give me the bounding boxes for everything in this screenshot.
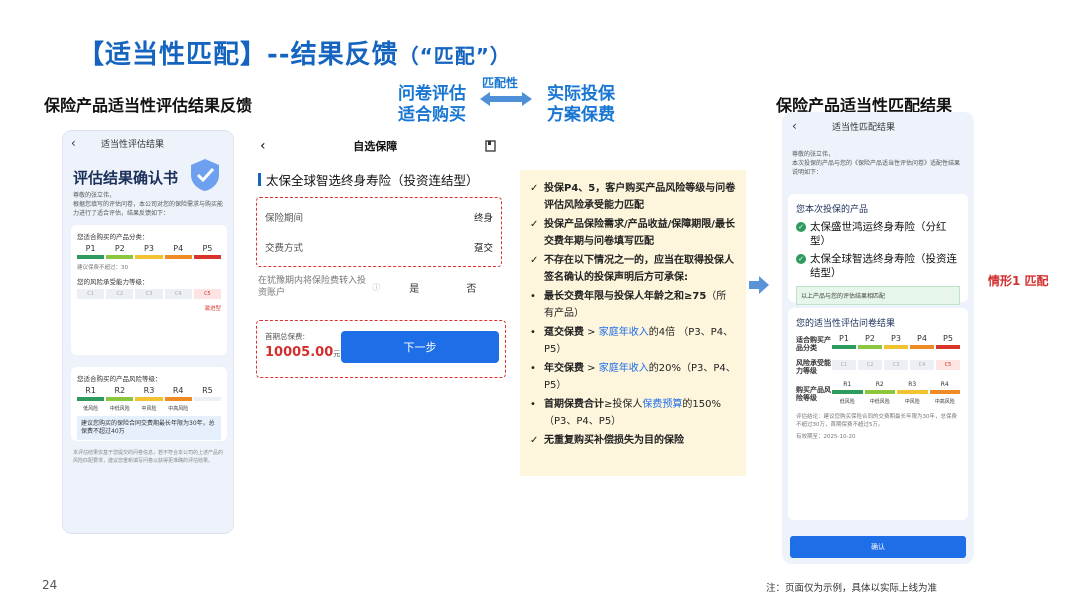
assessment-card: 您适合购买的产品分类： P1 P2 P3 P4 P5 建议保费不超过：30 您的… (71, 225, 227, 355)
check-icon: ✓ (796, 254, 806, 264)
rule-item: ✓ 不存在以下情况之一的，应当在取得投保人签名确认的投保声明后方可承保: (530, 252, 736, 286)
rule-item: ✓ 无重复购买补偿损失为目的保险 (530, 432, 736, 449)
insurance-period-row[interactable]: 保险期间 终身 (263, 202, 495, 232)
product-item: ✓ 太保盛世鸿运终身寿险（分红型） (796, 220, 960, 248)
confirm-button[interactable]: 确认 (790, 536, 966, 558)
greeting-text: 尊敬的张立伟， 根据您填写的评估问卷，本公司对您的保险需求与购买能力进行了适合评… (73, 192, 224, 217)
valid-until: 有效期至：2025-10-20 (796, 434, 856, 440)
product-level-bar (77, 255, 222, 259)
product-level-labels: P1 P2 P3 P4 P5 (85, 244, 213, 253)
bullet-icon: • (530, 363, 536, 374)
bookmark-icon[interactable] (485, 140, 496, 152)
check-icon: ✓ (530, 183, 539, 194)
check-icon: ✓ (796, 222, 806, 232)
bullet-icon: • (530, 327, 536, 338)
payment-box: 首期总保费: 10005.00元 下一步 (256, 320, 506, 378)
situation-label: 情形1 匹配 (988, 274, 1049, 288)
phone-header: ‹ 自选保障 (248, 130, 510, 162)
back-icon[interactable]: ‹ (792, 119, 832, 133)
flow-right-label: 实际投保 方案保费 (547, 84, 615, 125)
page-number: 24 (42, 578, 58, 592)
evaluation-conclusion: 评估结论：建议您购买保险合同的交费期最长年限为30年，总保费不超过30万，首期保… (796, 414, 958, 428)
product-name: 太保全球智选终身寿险（投资连结型） (258, 170, 510, 189)
insured-products-card: 您本次投保的产品 ✓ 太保盛世鸿运终身寿险（分红型） ✓ 太保全球智选终身寿险（投资… (788, 194, 968, 305)
disclaimer-text: 本评估结果仅基于您提交的问卷信息，若不符合本公司的上述产品的风险匹配要求，建议您… (73, 450, 224, 464)
info-icon[interactable]: ⓘ (372, 282, 385, 293)
footnote: 注：页面仅为示例，具体以实际上线为准 (766, 583, 938, 594)
match-result-phone: ‹ 适当性匹配结果 尊敬的张立伟， 本次投保的产品与您的《保险产品适当性评估问卷… (782, 112, 974, 564)
option-no[interactable]: 否 (443, 280, 500, 295)
matching-rules-box: ✓ 投保P4、5，客户购买产品风险等级与问卷评估风险承受能力匹配 ✓ 投保产品保险需求… (520, 170, 746, 476)
risk-level-card: 您适合购买的产品风险等级： R1 R2 R3 R4 R5 低风险 中低风险 中风… (71, 367, 227, 441)
flow-left-label: 问卷评估 适合购买 (398, 84, 466, 125)
check-icon: ✓ (530, 255, 539, 266)
product-item: ✓ 太保全球智选终身寿险（投资连结型） (796, 252, 960, 280)
rule-item: • 最长交费年限与投保人年龄之和≥75（所有产品） (530, 288, 736, 322)
page-title: 【适当性匹配】--结果反馈（“匹配”） (78, 40, 511, 70)
questionnaire-result-card: 您的适当性评估问卷结果 适合购买产品分类 P1 P2 P3 P4 P5 风险承受能力等级… (788, 308, 968, 520)
slide: 【适当性匹配】--结果反馈（“匹配”） 保险产品适当性评估结果反馈 保险产品适当… (0, 0, 1080, 608)
payment-method-row[interactable]: 交费方式 趸交 (263, 232, 495, 262)
rule-item: • 年交保费 > 家庭年收入的20%（P3、P4、P5） (530, 360, 736, 394)
check-icon: ✓ (530, 435, 539, 446)
match-note: 以上产品与您的评估结果相匹配 (796, 286, 960, 305)
ability-level-bar: C1 C2 C3 C4 C5 (77, 289, 222, 299)
back-icon[interactable]: ‹ (71, 136, 101, 150)
evaluation-result-phone: ‹ 适当性评估结果 评估结果确认书 尊敬的张立伟， 根据您填写的评估问卷，本公司… (62, 130, 234, 534)
double-arrow-icon (480, 92, 532, 106)
next-button[interactable]: 下一步 (341, 331, 499, 363)
rule-item: ✓ 投保产品保险需求/产品收益/保障期限/最长交费年期与问卷填写匹配 (530, 216, 736, 250)
bullet-icon: • (530, 291, 536, 302)
check-icon: ✓ (530, 219, 539, 230)
transfer-question: 在犹豫期内将保险费转入投资账户 ⓘ 是 否 (258, 275, 500, 299)
left-section-label: 保险产品适当性评估结果反馈 (44, 96, 253, 115)
rule-item: • 趸交保费 > 家庭年收入的4倍 （P3、P4、P5） (530, 324, 736, 358)
confirmation-title: 评估结果确认书 (73, 169, 179, 187)
greeting-text: 尊敬的张立伟， 本次投保的产品与您的《保险产品适当性评估问卷》适配性结果说明如下… (792, 151, 961, 176)
right-arrow-icon (749, 276, 769, 294)
phone-header: ‹ 适当性匹配结果 (792, 119, 896, 133)
option-yes[interactable]: 是 (386, 280, 443, 295)
rule-item: • 首期保费合计≥投保人保费预算的150% （P3、P4、P5） (530, 396, 736, 430)
bullet-icon: • (530, 399, 536, 410)
advice-note: 建议您购买的保险合同交费期最长年限为30年，总保费不超过40万 (77, 416, 221, 440)
back-icon[interactable]: ‹ (260, 138, 266, 154)
rule-item: ✓ 投保P4、5，客户购买产品风险等级与问卷评估风险承受能力匹配 (530, 180, 736, 214)
self-select-coverage-phone: ‹ 自选保障 太保全球智选终身寿险（投资连结型） 保险期间 终身 交费方式 趸交 在… (248, 130, 510, 380)
shield-check-icon (191, 159, 219, 191)
policy-options-box: 保险期间 终身 交费方式 趸交 (256, 197, 502, 267)
phone-header: ‹ 适当性评估结果 (71, 136, 165, 150)
